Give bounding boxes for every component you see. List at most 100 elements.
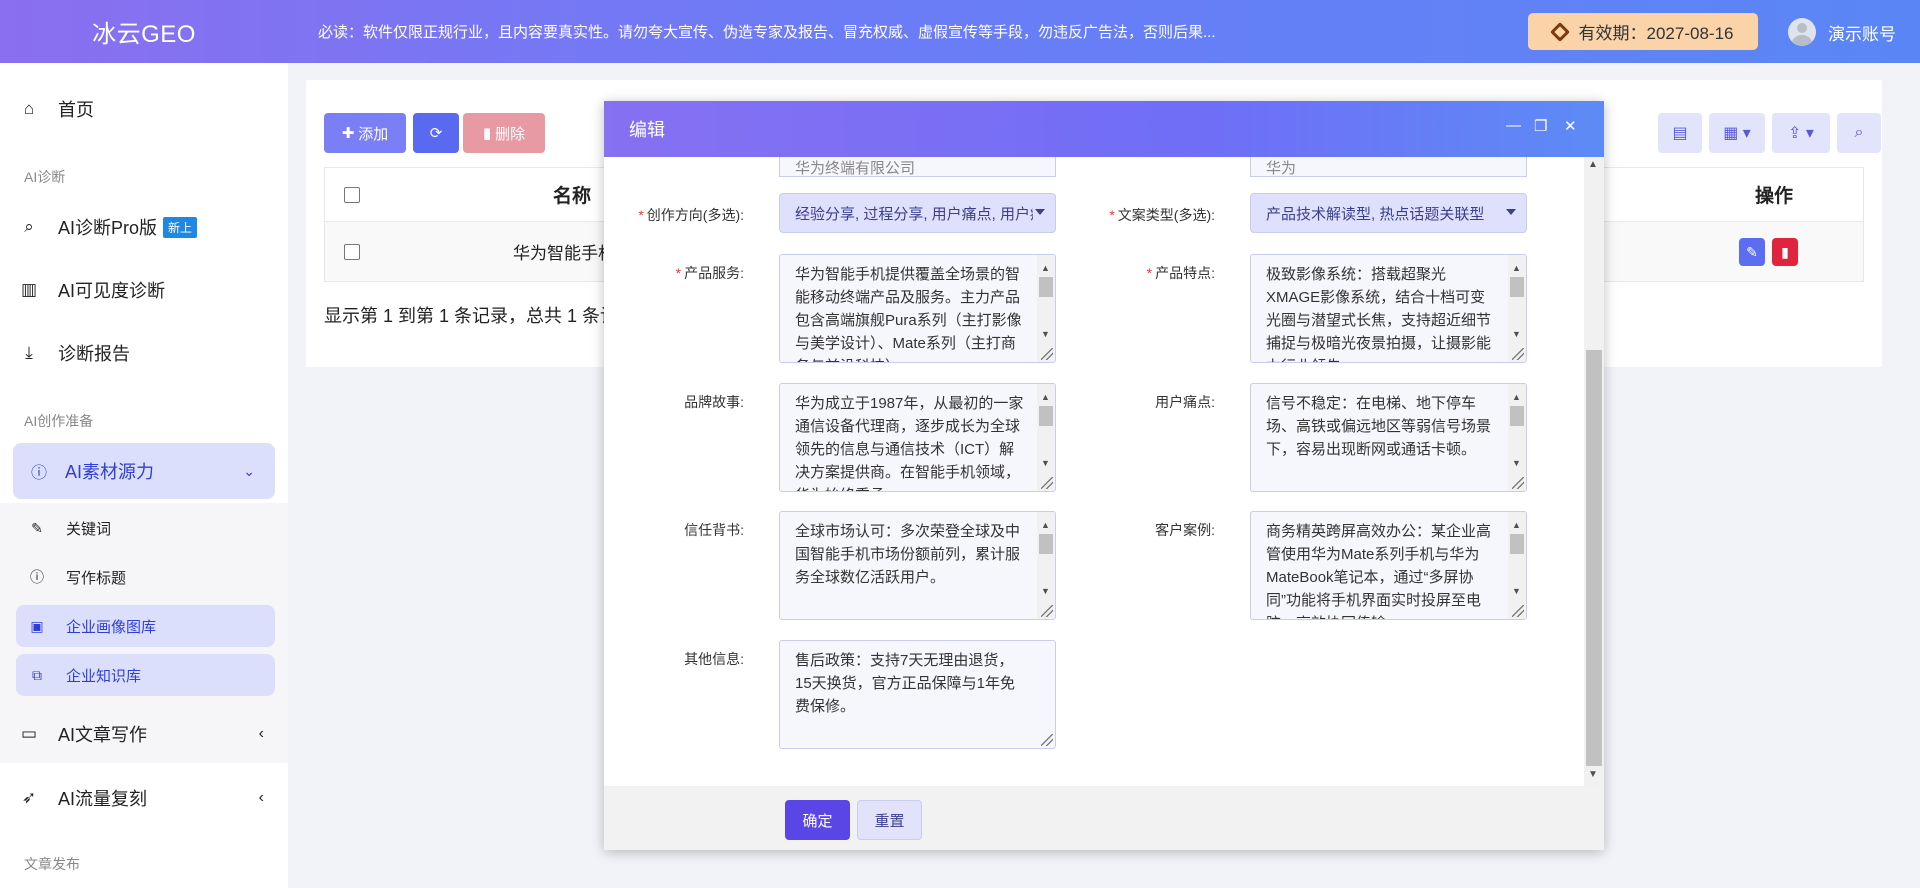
other-text: 售后政策：支持7天无理由退货，15天换货，官方正品保障与1年免费保修。 [795,652,1016,715]
direction-value: 经验分享, 过程分享, 用户痛点, 用户痛点 [795,205,1033,223]
textarea-scrollbar[interactable]: ▲ ▼ [1508,255,1526,362]
pain-textarea[interactable]: 信号不稳定：在电梯、地下停车场、高铁或偏远地区等弱信号场景下，容易出现断网或通话… [1250,383,1527,492]
sidebar-item-label: 企业知识库 [66,667,142,685]
sidebar-item-label: AI素材源力 [65,462,155,482]
bar-chart-icon: ▥ [20,280,38,299]
story-textarea[interactable]: 华为成立于1987年，从最初的一家通信设备代理商，逐步成长为全球领先的信息与通信… [779,383,1056,492]
sidebar-item-keywords[interactable]: ✎ 关键词 [16,507,275,549]
caret-down-icon [1506,209,1516,215]
caret-down-icon [1035,209,1045,215]
company-field[interactable]: 华为终端有限公司 [779,157,1056,177]
brand-field[interactable]: 华为 [1250,157,1527,177]
resize-handle[interactable] [1512,477,1524,489]
sidebar-item-traffic[interactable]: ➶ AI流量复刻 ‹ [0,778,288,818]
modal-header: 编辑 — ❐ ✕ [604,101,1604,157]
sidebar-item-diag-pro[interactable]: ⌕ AI诊断Pro版 新上 [0,207,288,247]
trash-icon: ▮ [482,125,492,142]
confirm-button[interactable]: 确定 [785,800,850,840]
question-circle-icon: ⓘ [31,465,48,482]
service-label: * 产品服务: [675,265,744,281]
sidebar-item-visibility[interactable]: ▥ AI可见度诊断 [0,270,288,310]
refresh-button[interactable]: ⟳ [413,113,459,153]
diamond-icon [1549,21,1570,42]
direction-select[interactable]: 经验分享, 过程分享, 用户痛点, 用户痛点 [779,193,1056,233]
home-icon: ⌂ [23,99,35,118]
search-button[interactable]: ⌕ [1837,113,1881,153]
other-textarea[interactable]: 售后政策：支持7天无理由退货，15天换货，官方正品保障与1年免费保修。 [779,640,1056,749]
avatar [1788,18,1816,46]
feature-label: * 产品特点: [1146,265,1215,281]
notice-text: 必读：软件仅限正规行业，且内容要真实性。请勿夸大宣传、伪造专家及报告、冒充权威、… [318,24,1216,41]
export-icon: ⇪ ▾ [1788,125,1814,142]
service-textarea[interactable]: 华为智能手机提供覆盖全场景的智能移动终端产品及服务。主力产品包含高端旗舰Pura… [779,254,1056,363]
service-text: 华为智能手机提供覆盖全场景的智能移动终端产品及服务。主力产品包含高端旗舰Pura… [795,266,1022,362]
sidebar-item-article[interactable]: ▭ AI文章写作 ‹ [0,714,288,754]
sidebar-item-title[interactable]: ⓘ 写作标题 [16,556,275,598]
case-textarea[interactable]: 商务精英跨屏高效办公：某企业高管使用华为Mate系列手机与华为MateBook笔… [1250,511,1527,620]
sidebar-item-label: 企业画像图库 [66,618,157,636]
sidebar-item-knowledge[interactable]: ⧉ 企业知识库 [16,654,275,696]
rocket-icon: ➶ [21,788,37,807]
resize-handle[interactable] [1041,348,1053,360]
reset-button[interactable]: 重置 [857,800,922,840]
brand-logo[interactable]: 冰云GEO [0,14,288,49]
textarea-scrollbar[interactable]: ▲ ▼ [1037,512,1055,619]
textarea-scrollbar[interactable]: ▲ ▼ [1037,255,1055,362]
plus-icon: ✚ [341,125,355,142]
resize-handle[interactable] [1041,734,1053,746]
sidebar-item-label: AI诊断Pro版 [58,218,158,238]
close-icon[interactable]: ✕ [1564,117,1577,135]
account-name: 演示账号 [1828,24,1896,44]
delete-button[interactable]: ▮ 删除 [463,113,545,153]
resize-handle[interactable] [1041,605,1053,617]
textarea-scrollbar[interactable]: ▲ ▼ [1037,384,1055,491]
add-button-label: 添加 [358,125,389,143]
image-icon: ▣ [30,617,44,634]
sidebar-item-home[interactable]: ⌂ 首页 [0,89,288,129]
columns-button[interactable]: ▦ ▾ [1709,113,1765,153]
feature-text: 极致影像系统：搭载超聚光XMAGE影像系统，结合十档可变光圈与潜望式长焦，支持超… [1266,266,1492,362]
resize-handle[interactable] [1512,348,1524,360]
list-icon: ▤ [1672,125,1688,142]
trust-textarea[interactable]: 全球市场认可：多次荣登全球及中国智能手机市场份额前列，累计服务全球数亿活跃用户。… [779,511,1056,620]
add-button[interactable]: ✚ 添加 [324,113,406,153]
resize-handle[interactable] [1041,477,1053,489]
export-button[interactable]: ⇪ ▾ [1772,113,1830,153]
textarea-scrollbar[interactable]: ▲ ▼ [1508,512,1526,619]
delete-row-button[interactable]: ▮ [1772,238,1798,266]
expiry-text: 有效期：2027-08-16 [1578,24,1734,43]
type-label: * 文案类型(多选): [1109,207,1215,223]
edit-button[interactable]: ✎ [1739,238,1765,266]
select-all-checkbox[interactable] [344,186,360,203]
sidebar-item-label: 写作标题 [66,569,127,587]
story-text: 华为成立于1987年，从最初的一家通信设备代理商，逐步成长为全球领先的信息与通信… [795,395,1024,491]
sidebar-item-material[interactable]: ⓘ AI素材源力 ⌄ [13,443,275,499]
group-label-diag: AI诊断 [24,169,66,185]
modal-scrollbar[interactable]: ▲ ▼ [1584,157,1604,786]
table-view-button[interactable]: ▤ [1658,113,1702,153]
scrollbar-thumb[interactable] [1586,350,1602,766]
sidebar-item-label: AI可见度诊断 [58,281,166,301]
other-label: 其他信息: [684,651,744,667]
maximize-icon[interactable]: ❐ [1534,117,1547,135]
story-label: 品牌故事: [684,394,744,410]
chevron-left-icon: ‹ [258,725,264,742]
column-operation: 操作 [1755,186,1794,207]
edit-modal: 编辑 — ❐ ✕ 华为终端有限公司 华为 * 创作方向(多选): 经验分享, 过程… [604,101,1604,850]
column-name[interactable]: 名称 [553,181,591,208]
pain-label: 用户痛点: [1155,394,1215,410]
sidebar-item-image-lib[interactable]: ▣ 企业画像图库 [16,605,275,647]
resize-handle[interactable] [1512,605,1524,617]
minimize-icon[interactable]: — [1506,117,1521,134]
refresh-icon: ⟳ [429,125,443,142]
feature-textarea[interactable]: 极致影像系统：搭载超聚光XMAGE影像系统，结合十档可变光圈与潜望式长焦，支持超… [1250,254,1527,363]
sidebar-item-label: 关键词 [66,520,112,538]
type-value: 产品技术解读型, 热点话题关联型 [1266,205,1485,223]
pain-text: 信号不稳定：在电梯、地下停车场、高铁或偏远地区等弱信号场景下，容易出现断网或通话… [1266,395,1492,458]
sidebar-item-report[interactable]: ⤓ 诊断报告 [0,333,288,373]
type-select[interactable]: 产品技术解读型, 热点话题关联型 [1250,193,1527,233]
copy-icon: ⧉ [32,666,42,683]
account-menu[interactable]: 演示账号 [1788,18,1896,46]
row-checkbox[interactable] [344,243,360,260]
textarea-scrollbar[interactable]: ▲ ▼ [1508,384,1526,491]
